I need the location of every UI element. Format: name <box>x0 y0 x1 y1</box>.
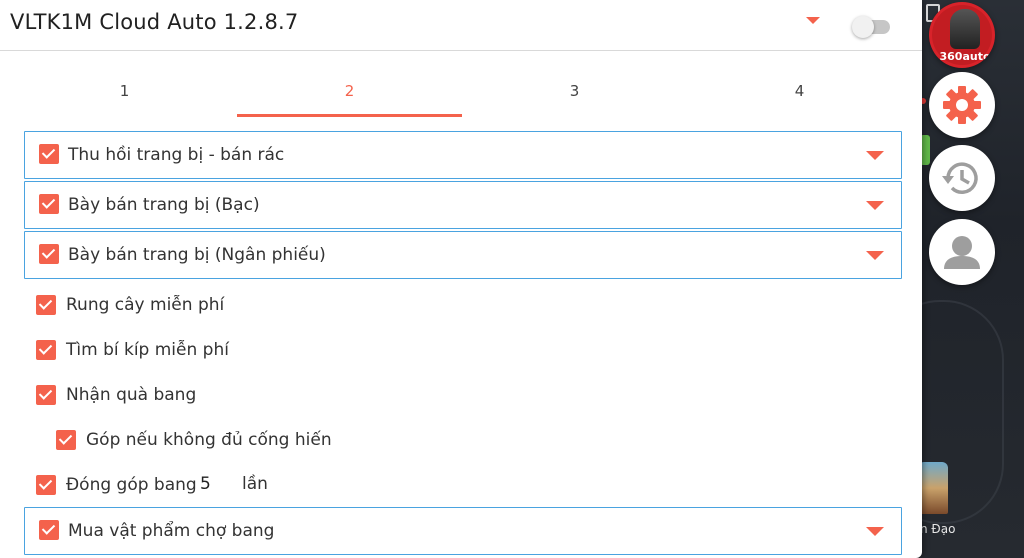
helmet-icon <box>950 9 980 49</box>
checkbox-guild-market[interactable] <box>39 520 59 540</box>
gear-icon <box>943 86 981 124</box>
app-title: VLTK1M Cloud Auto 1.2.8.7 <box>10 10 299 34</box>
option-guild-market[interactable]: Mua vật phẩm chợ bang <box>24 507 902 555</box>
option-label: Góp nếu không đủ cống hiến <box>86 430 332 450</box>
account-button[interactable] <box>929 219 995 285</box>
checkbox-guild-donate[interactable] <box>36 475 56 495</box>
checkbox-sell-notes[interactable] <box>39 244 59 264</box>
expand-arrow-icon[interactable] <box>866 251 884 260</box>
option-label: Đóng góp bang <box>66 475 197 495</box>
history-button[interactable] <box>929 145 995 211</box>
checkbox-shake-tree[interactable] <box>36 295 56 315</box>
donate-count-unit: lần <box>242 474 268 494</box>
logo-background: 360auto <box>932 5 992 65</box>
option-label: Bày bán trang bị (Bạc) <box>68 195 260 215</box>
option-sell-silver[interactable]: Bày bán trang bị (Bạc) <box>24 181 902 229</box>
expand-arrow-icon[interactable] <box>866 151 884 160</box>
tab-2[interactable]: 2 <box>237 70 462 118</box>
logo-360auto-button[interactable]: 360auto <box>929 2 995 68</box>
donate-count-input[interactable]: 5 <box>200 474 211 494</box>
tab-3[interactable]: 3 <box>462 70 687 118</box>
checkbox-contribute-if-short[interactable] <box>56 430 76 450</box>
checkbox-sell-silver[interactable] <box>39 194 59 214</box>
tab-bar: 1 2 3 4 <box>12 70 912 120</box>
settings-panel: VLTK1M Cloud Auto 1.2.8.7 1 2 3 4 Thu hồ… <box>0 0 922 558</box>
toggle-knob <box>852 16 874 38</box>
settings-button[interactable] <box>929 72 995 138</box>
tab-1[interactable]: 1 <box>12 70 237 118</box>
option-label: Thu hồi trang bị - bán rác <box>68 145 285 165</box>
tab-4[interactable]: 4 <box>687 70 912 118</box>
expand-arrow-icon[interactable] <box>866 527 884 536</box>
option-label: Mua vật phẩm chợ bang <box>68 521 275 541</box>
auto-toggle[interactable] <box>852 15 892 38</box>
option-label: Nhận quà bang <box>66 385 197 405</box>
expand-arrow-icon[interactable] <box>866 201 884 210</box>
profile-dropdown-arrow-icon[interactable] <box>806 17 820 24</box>
option-sell-notes[interactable]: Bày bán trang bị (Ngân phiếu) <box>24 231 902 279</box>
checkbox-find-secret[interactable] <box>36 340 56 360</box>
background-label: n Đạo <box>920 522 956 536</box>
option-label: Rung cây miễn phí <box>66 295 225 315</box>
option-label: Tìm bí kíp miễn phí <box>66 340 229 360</box>
history-icon <box>942 162 978 194</box>
user-icon <box>944 236 980 269</box>
option-recall-items[interactable]: Thu hồi trang bị - bán rác <box>24 131 902 179</box>
option-label: Bày bán trang bị (Ngân phiếu) <box>68 245 326 265</box>
active-tab-indicator <box>237 114 462 117</box>
checkbox-recall-items[interactable] <box>39 144 59 164</box>
checkbox-guild-gift[interactable] <box>36 385 56 405</box>
background-character-icon <box>918 462 948 514</box>
panel-header: VLTK1M Cloud Auto 1.2.8.7 <box>0 0 922 51</box>
logo-text: 360auto <box>939 50 991 63</box>
